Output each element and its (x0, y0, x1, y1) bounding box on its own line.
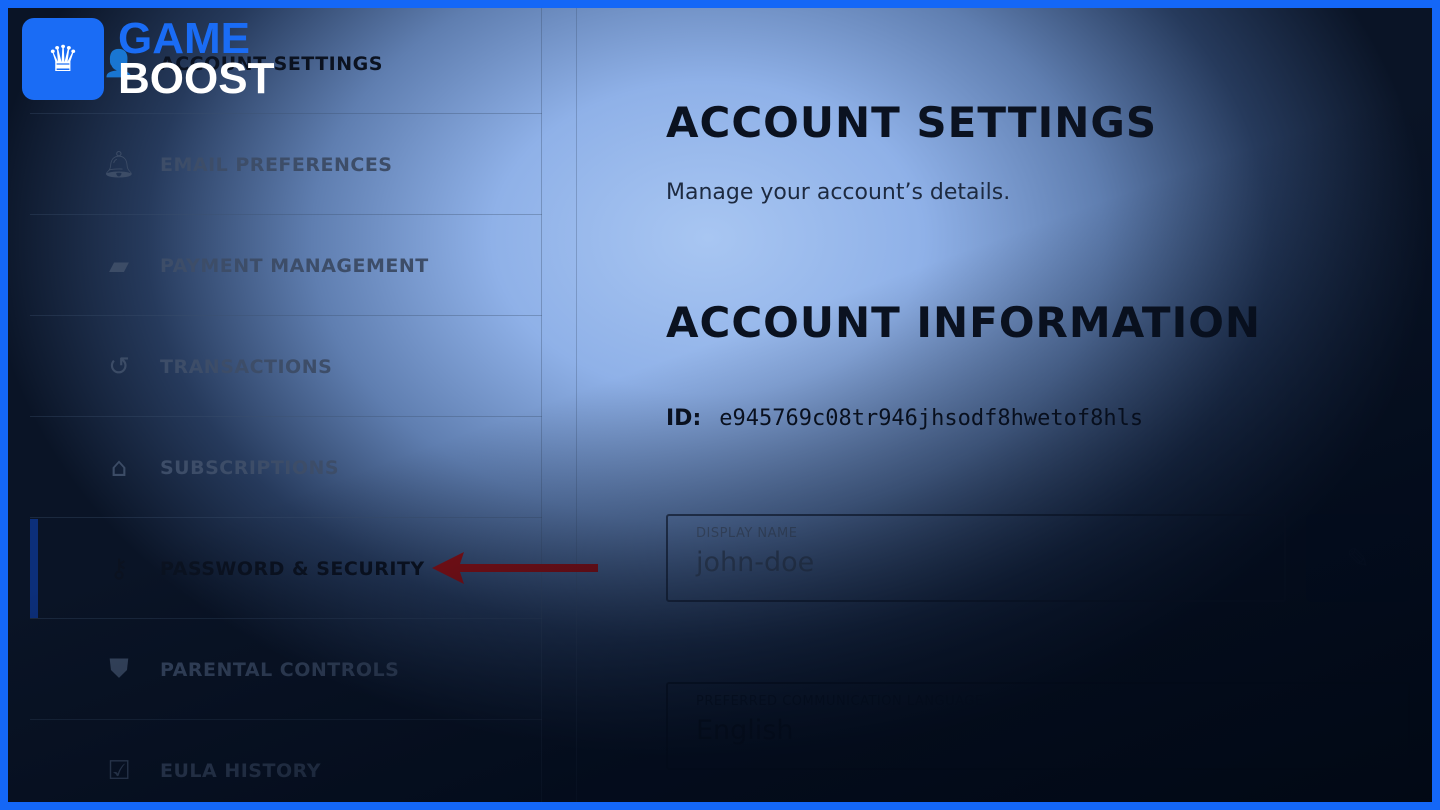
arrow-annotation-icon (432, 552, 598, 584)
sidebar-item-payment-management[interactable]: ▰ PAYMENT MANAGEMENT (30, 216, 542, 316)
history-icon: ↺ (108, 351, 130, 382)
sidebar-item-parental-controls[interactable]: ⛊ PARENTAL CONTROLS (30, 620, 542, 720)
logo-line2: BOOST (118, 54, 275, 103)
crown-icon: ♛ (22, 18, 104, 100)
checklist-icon: ☑ (107, 755, 131, 786)
page-subtitle: Manage your account’s details. (666, 180, 1011, 205)
edit-display-name-button[interactable]: ✎ (1306, 514, 1410, 602)
language-label: PREFERRED COMMUNICATION LANGUAGE (696, 694, 984, 709)
display-name-field[interactable]: DISPLAY NAME john-doe (666, 514, 1286, 602)
sidebar-item-subscriptions[interactable]: ⌂ SUBSCRIPTIONS (30, 418, 542, 518)
sidebar-item-email-preferences[interactable]: 🔔︎ EMAIL PREFERENCES (30, 115, 542, 215)
language-select[interactable]: PREFERRED COMMUNICATION LANGUAGE English (666, 682, 1410, 770)
sidebar-item-eula-history[interactable]: ☑ EULA HISTORY (30, 721, 542, 802)
bell-icon: 🔔︎ (102, 149, 136, 180)
gameboost-logo: ♛ GAME BOOST (22, 14, 275, 103)
sidebar: 👤 ACCOUNT SETTINGS 🔔︎ EMAIL PREFERENCES ▰ P… (30, 8, 542, 802)
logo-line1: GAME (118, 14, 250, 63)
id-label: ID: (666, 406, 702, 431)
sidebar-item-transactions[interactable]: ↺ TRANSACTIONS (30, 317, 542, 417)
account-id: ID: e945769c08tr946jhsodf8hwetof8hls (666, 406, 1143, 431)
display-name-value: john-doe (696, 547, 815, 578)
page-title: ACCOUNT SETTINGS (666, 98, 1158, 147)
language-value: English (696, 715, 794, 746)
key-icon: ⚷ (109, 553, 129, 584)
divider (576, 8, 577, 802)
display-name-label: DISPLAY NAME (696, 526, 798, 541)
shield-icon: ⛊ (109, 654, 129, 684)
pencil-icon: ✎ (1346, 541, 1370, 575)
id-value: e945769c08tr946jhsodf8hwetof8hls (719, 406, 1144, 431)
screenshot-frame: 👤 ACCOUNT SETTINGS 🔔︎ EMAIL PREFERENCES ▰ P… (8, 8, 1432, 802)
section-title: ACCOUNT INFORMATION (666, 298, 1262, 347)
wallet-icon: ▰ (109, 250, 129, 281)
subscription-icon: ⌂ (110, 452, 128, 483)
